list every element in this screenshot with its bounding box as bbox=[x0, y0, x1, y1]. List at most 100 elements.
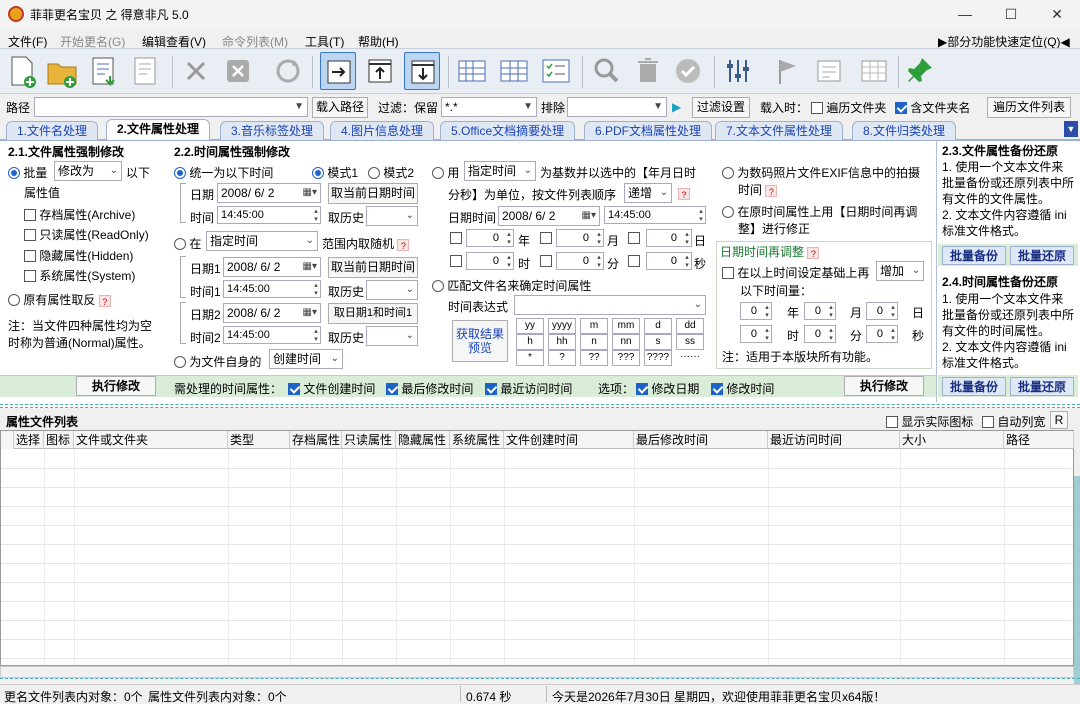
accessed-time-checkbox[interactable]: 最近访问时间 bbox=[485, 380, 572, 397]
pin-icon[interactable] bbox=[904, 52, 940, 90]
tabs-dropdown-icon[interactable]: ▼ bbox=[1064, 121, 1078, 137]
time1-spinner[interactable]: 14:45:00 bbox=[223, 280, 321, 298]
column-header[interactable]: 只读属性 bbox=[342, 431, 396, 449]
exif-radio[interactable]: 为数码照片文件EXIF信息中的拍摄 bbox=[722, 164, 920, 181]
clear-icon[interactable] bbox=[220, 52, 256, 90]
time-token-button[interactable]: ss bbox=[676, 334, 704, 350]
checklist-icon[interactable] bbox=[538, 52, 574, 90]
import-list-icon[interactable] bbox=[86, 52, 122, 90]
exclude-combo[interactable]: ▼ bbox=[567, 97, 667, 117]
traverse-folder-checkbox[interactable]: 遍历文件夹 bbox=[811, 99, 886, 116]
panel-layout-up-icon[interactable] bbox=[362, 52, 398, 90]
get-date1-time1-button[interactable]: 取日期1和时间1 bbox=[328, 303, 418, 324]
trash-icon[interactable] bbox=[630, 52, 666, 90]
column-header[interactable]: 最后修改时间 bbox=[634, 431, 768, 449]
created-time-checkbox[interactable]: 文件创建时间 bbox=[288, 380, 375, 397]
date-picker[interactable]: 2008/ 6/ 2 ▦▾ bbox=[217, 183, 321, 203]
tab-music-tags[interactable]: 3.音乐标签处理 bbox=[220, 121, 325, 140]
date2-picker[interactable]: 2008/ 6/ 2 ▦▾ bbox=[223, 303, 321, 323]
month-spinner[interactable]: 0 bbox=[556, 229, 604, 247]
filter-combo[interactable]: *.* ▼ bbox=[441, 97, 537, 117]
mod-date-checkbox[interactable]: 修改日期 bbox=[636, 380, 699, 397]
batch-radio[interactable]: 批量 bbox=[8, 164, 47, 181]
time-token-button[interactable]: mm bbox=[612, 318, 640, 334]
adj-month-spinner[interactable]: 0 bbox=[804, 302, 836, 320]
file-list-grid[interactable] bbox=[0, 430, 1074, 666]
time-token-button[interactable]: yy bbox=[516, 318, 544, 334]
expr-combo[interactable]: ⌄ bbox=[514, 295, 706, 315]
day-spinner[interactable]: 0 bbox=[646, 229, 692, 247]
modified-time-checkbox[interactable]: 最后修改时间 bbox=[386, 380, 473, 397]
column-header[interactable]: 图标 bbox=[44, 431, 74, 449]
time-token-button[interactable]: n bbox=[580, 334, 608, 350]
tab-text-attributes[interactable]: 7.文本文件属性处理 bbox=[715, 121, 844, 140]
column-header[interactable]: 文件或文件夹 bbox=[74, 431, 228, 449]
filter-settings-button[interactable]: 过滤设置 bbox=[692, 97, 750, 118]
order-combo[interactable]: 递增 ⌄ bbox=[624, 183, 672, 203]
traverse-list-button[interactable]: 遍历文件列表 bbox=[987, 97, 1071, 118]
tab-office-summary[interactable]: 5.Office文档摘要处理 bbox=[440, 121, 576, 140]
panel-splitter[interactable] bbox=[0, 404, 1080, 408]
adjust-base-checkbox[interactable]: 在以上时间设定基础上再 bbox=[722, 264, 869, 281]
time-token-button[interactable]: nn bbox=[612, 334, 640, 350]
new-file-icon[interactable] bbox=[4, 52, 40, 90]
close-button[interactable]: ✕ bbox=[1034, 0, 1080, 28]
time-token-button[interactable]: s bbox=[644, 334, 672, 350]
time-token-button[interactable]: dd bbox=[676, 318, 704, 334]
load-path-button[interactable]: 载入路径 bbox=[312, 97, 368, 118]
modify-to-combo[interactable]: 修改为 ⌄ bbox=[54, 161, 122, 181]
orig-time-radio[interactable]: 在原时间属性上用【日期时间再调 bbox=[722, 203, 917, 220]
bottom-splitter[interactable] bbox=[0, 678, 1080, 682]
help-icon[interactable]: ? bbox=[678, 186, 690, 200]
get-current-date-button-2[interactable]: 取当前日期时间 bbox=[328, 257, 418, 278]
play-icon[interactable]: ▶ bbox=[672, 100, 681, 114]
time-token-button[interactable]: h bbox=[516, 334, 544, 350]
get-current-date-button[interactable]: 取当前日期时间 bbox=[328, 183, 418, 204]
match-filename-radio[interactable]: 匹配文件名来确定时间属性 bbox=[432, 277, 591, 294]
month-checkbox[interactable] bbox=[540, 231, 552, 245]
year-spinner[interactable]: 0 bbox=[466, 229, 514, 247]
column-header[interactable]: 存档属性 bbox=[290, 431, 342, 449]
time-token-button[interactable]: hh bbox=[548, 334, 576, 350]
time-token-button[interactable]: ······ bbox=[676, 350, 704, 366]
year-checkbox[interactable] bbox=[450, 231, 462, 245]
include-folder-name-checkbox[interactable]: 含文件夹名 bbox=[895, 99, 970, 116]
column-header[interactable]: 类型 bbox=[228, 431, 290, 449]
tab-filename[interactable]: 1.文件名处理 bbox=[6, 121, 99, 140]
minute-checkbox[interactable] bbox=[540, 254, 552, 268]
refresh-list-button[interactable]: R bbox=[1050, 411, 1068, 429]
column-header[interactable]: 选择 bbox=[14, 431, 44, 449]
in-range-combo[interactable]: 指定时间 ⌄ bbox=[206, 231, 318, 251]
exec-attr-button[interactable]: 执行修改 bbox=[76, 376, 156, 396]
mod-time-checkbox[interactable]: 修改时间 bbox=[711, 380, 774, 397]
day-checkbox[interactable] bbox=[628, 231, 640, 245]
attr-batch-backup-button[interactable]: 批量备份 bbox=[942, 246, 1006, 265]
time-token-button[interactable]: * bbox=[516, 350, 544, 366]
adj-day-spinner[interactable]: 0 bbox=[866, 302, 898, 320]
unified-time-radio[interactable]: 统一为以下时间 bbox=[174, 164, 273, 181]
check-circle-icon[interactable] bbox=[670, 52, 706, 90]
help-icon[interactable]: ? bbox=[98, 295, 111, 307]
show-icon-checkbox[interactable]: 显示实际图标 bbox=[886, 413, 973, 430]
use-radio[interactable]: 用 bbox=[432, 164, 459, 181]
settings-sliders-icon[interactable] bbox=[720, 52, 756, 90]
dt-date-picker[interactable]: 2008/ 6/ 2 ▦▾ bbox=[498, 206, 600, 226]
hidden-checkbox[interactable]: 隐藏属性(Hidden) bbox=[24, 247, 133, 264]
self-time-combo[interactable]: 创建时间 ⌄ bbox=[269, 349, 343, 369]
column-header[interactable]: 隐藏属性 bbox=[396, 431, 450, 449]
invert-radio[interactable]: 原有属性取反 ? bbox=[8, 291, 111, 308]
system-checkbox[interactable]: 系统属性(System) bbox=[24, 267, 135, 284]
edit-doc-icon[interactable] bbox=[812, 52, 848, 90]
attr-batch-restore-button[interactable]: 批量还原 bbox=[1010, 246, 1074, 265]
time-token-button[interactable]: ? bbox=[548, 350, 576, 366]
maximize-button[interactable]: ☐ bbox=[988, 0, 1034, 28]
minute-spinner[interactable]: 0 bbox=[556, 252, 604, 270]
time2-spinner[interactable]: 14:45:00 bbox=[223, 326, 321, 344]
mode1-radio[interactable]: 模式1 bbox=[312, 164, 358, 181]
adj-second-spinner[interactable]: 0 bbox=[866, 325, 898, 343]
table-icon[interactable] bbox=[856, 52, 892, 90]
history-combo-3[interactable]: ⌄ bbox=[366, 326, 418, 346]
column-header[interactable]: 文件创建时间 bbox=[504, 431, 634, 449]
preview-button[interactable]: 获取结果预览 bbox=[452, 320, 508, 362]
self-time-radio[interactable]: 为文件自身的 bbox=[174, 353, 261, 370]
